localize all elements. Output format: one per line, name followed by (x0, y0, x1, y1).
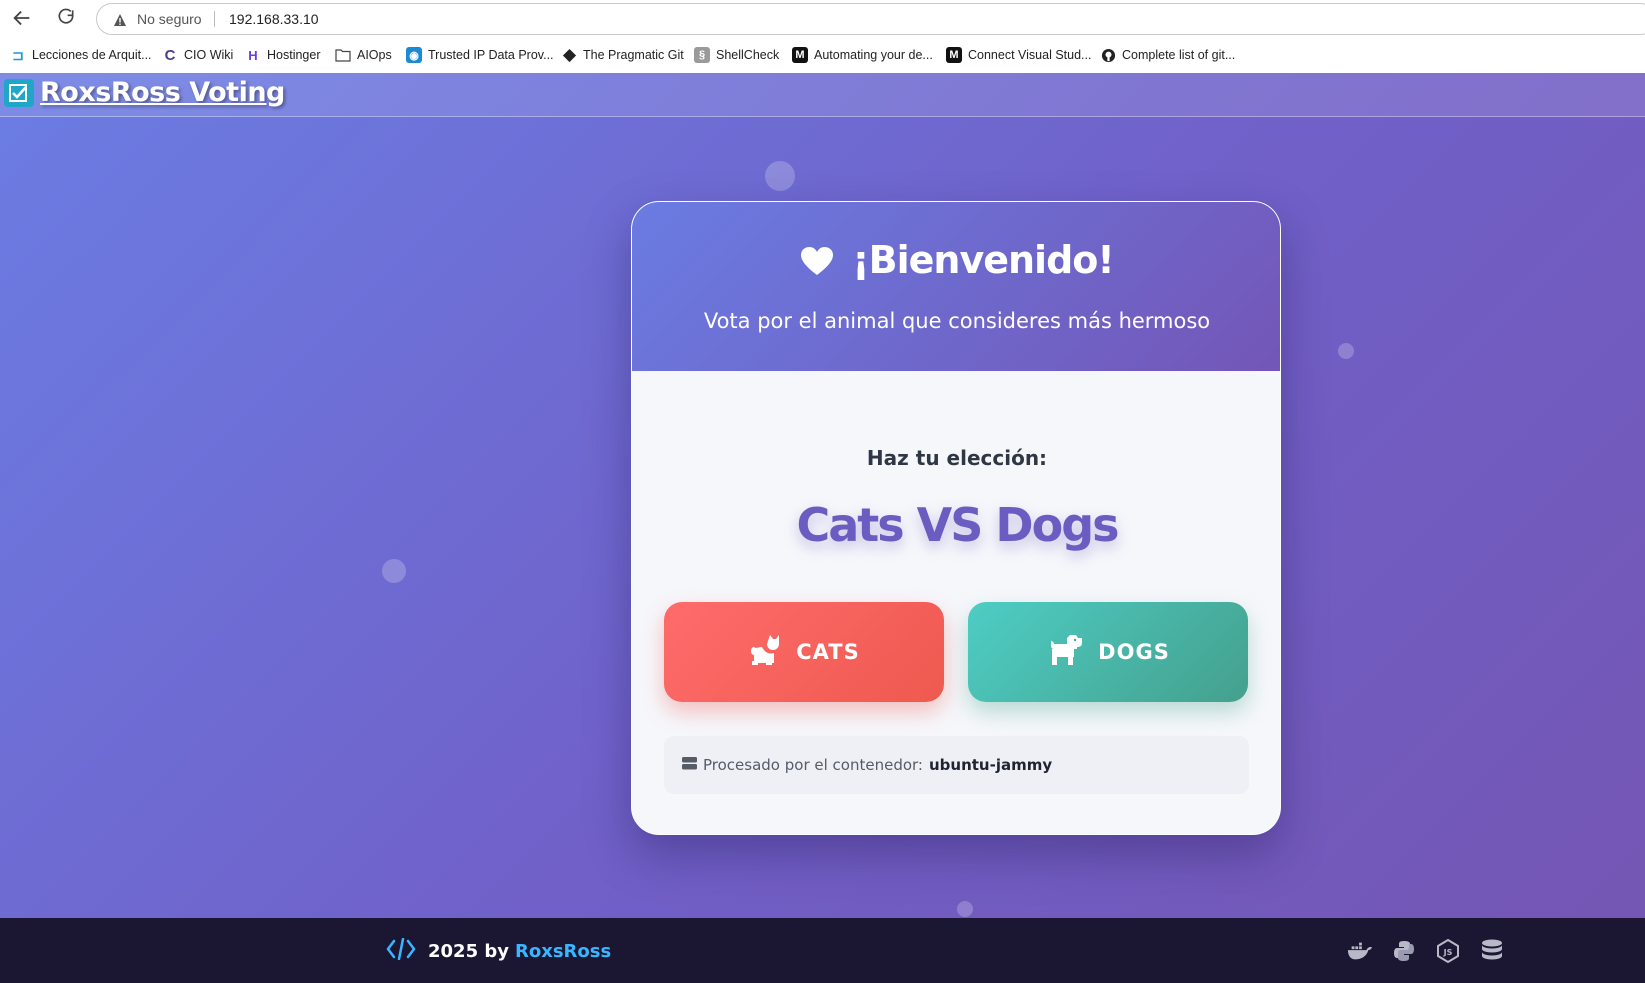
bookmark-label: Complete list of git... (1122, 48, 1236, 62)
bookmark-item[interactable]: The Pragmatic Git (561, 44, 684, 66)
git-icon (561, 47, 577, 63)
url-text[interactable]: 192.168.33.10 (229, 11, 319, 27)
bookmark-item[interactable]: Complete list of git... (1100, 44, 1235, 66)
database-icon (1479, 938, 1505, 964)
bookmark-item[interactable]: § ShellCheck (694, 44, 779, 66)
bookmark-label: Automating your de... (814, 48, 933, 62)
bookmark-label: CIO Wiki (184, 48, 234, 62)
footer-tech-icons: JS (1347, 938, 1505, 964)
brand-link[interactable]: RoxsRoss Voting (4, 77, 285, 108)
welcome-heading: ¡Bienvenido! (632, 238, 1280, 285)
address-separator (214, 11, 215, 27)
decor-bubble (382, 559, 406, 583)
medium-icon: M (946, 47, 962, 63)
code-icon (386, 937, 416, 965)
shellcheck-icon: § (694, 47, 710, 63)
card-header: ¡Bienvenido! Vota por el animal que cons… (632, 202, 1280, 371)
bookmark-label: Lecciones de Arquit... (32, 48, 152, 62)
vote-cats-button[interactable]: CATS (664, 602, 944, 702)
nodejs-icon: JS (1435, 938, 1461, 964)
github-icon (1100, 47, 1116, 63)
svg-text:JS: JS (1443, 948, 1453, 957)
security-label[interactable]: No seguro (137, 11, 202, 27)
heart-icon (800, 241, 834, 285)
bookmark-label: Trusted IP Data Prov... (428, 48, 554, 62)
card-subtitle: Vota por el animal que consideres más he… (703, 309, 1211, 333)
app-header: RoxsRoss Voting (0, 73, 1645, 117)
welcome-text: ¡Bienvenido! (852, 238, 1114, 282)
decor-bubble (765, 161, 795, 191)
cats-label: CATS (796, 640, 860, 664)
decor-bubble (957, 901, 973, 917)
folder-icon (335, 47, 351, 63)
vs-title: Cats VS Dogs (796, 498, 1119, 552)
app-page: RoxsRoss Voting ¡Bienvenido! Vota por el… (0, 73, 1645, 918)
warning-icon (113, 12, 127, 26)
brand-title: RoxsRoss Voting (40, 77, 285, 108)
processed-label: Procesado por el contenedor: (703, 756, 923, 774)
bookmark-item[interactable]: M Automating your de... (792, 44, 933, 66)
python-icon (1391, 938, 1417, 964)
reload-icon[interactable] (54, 7, 78, 31)
footer-author-link[interactable]: RoxsRoss (515, 941, 611, 962)
bookmark-item[interactable]: AIOps (335, 44, 392, 66)
container-name: ubuntu-jammy (928, 756, 1053, 774)
footer-year: 2025 by (428, 941, 509, 962)
processed-by-box: Procesado por el contenedor: ubuntu-jamm… (664, 736, 1249, 794)
bookmark-item[interactable]: ⊐ Lecciones de Arquit... (10, 44, 152, 66)
bookmark-label: Hostinger (267, 48, 321, 62)
c-icon: C (164, 46, 176, 64)
decor-bubble (1338, 343, 1354, 359)
bookmark-label: ShellCheck (716, 48, 780, 62)
back-icon[interactable] (10, 7, 34, 31)
docker-icon (1347, 938, 1373, 964)
cat-icon (748, 633, 782, 672)
bookmark-item[interactable]: ◉ Trusted IP Data Prov... (406, 44, 554, 66)
address-bar[interactable]: No seguro 192.168.33.10 (96, 3, 1645, 35)
hostinger-icon: H (248, 47, 258, 63)
bracket-icon: ⊐ (12, 46, 24, 63)
checkbox-icon (4, 78, 34, 107)
voting-card: ¡Bienvenido! Vota por el animal que cons… (631, 201, 1281, 835)
dog-icon (1046, 633, 1084, 672)
bookmark-label: AIOps (357, 48, 392, 62)
bookmark-label: The Pragmatic Git (583, 48, 684, 62)
server-icon (682, 756, 697, 774)
vote-dogs-button[interactable]: DOGS (968, 602, 1248, 702)
bookmark-item[interactable]: H Hostinger (245, 44, 321, 66)
bookmarks-bar: ⊐ Lecciones de Arquit... C CIO Wiki H Ho… (0, 41, 1645, 71)
choice-label: Haz tu elección: (866, 446, 1048, 470)
location-icon: ◉ (406, 47, 422, 63)
bookmark-item[interactable]: M Connect Visual Stud... (946, 44, 1091, 66)
app-footer: 2025 by RoxsRoss JS (0, 918, 1645, 983)
bookmark-item[interactable]: C CIO Wiki (162, 44, 234, 66)
footer-credit: 2025 by RoxsRoss (386, 937, 611, 965)
medium-icon: M (792, 47, 808, 63)
dogs-label: DOGS (1098, 640, 1170, 664)
bookmark-label: Connect Visual Stud... (968, 48, 1092, 62)
browser-toolbar: No seguro 192.168.33.10 (0, 0, 1645, 37)
